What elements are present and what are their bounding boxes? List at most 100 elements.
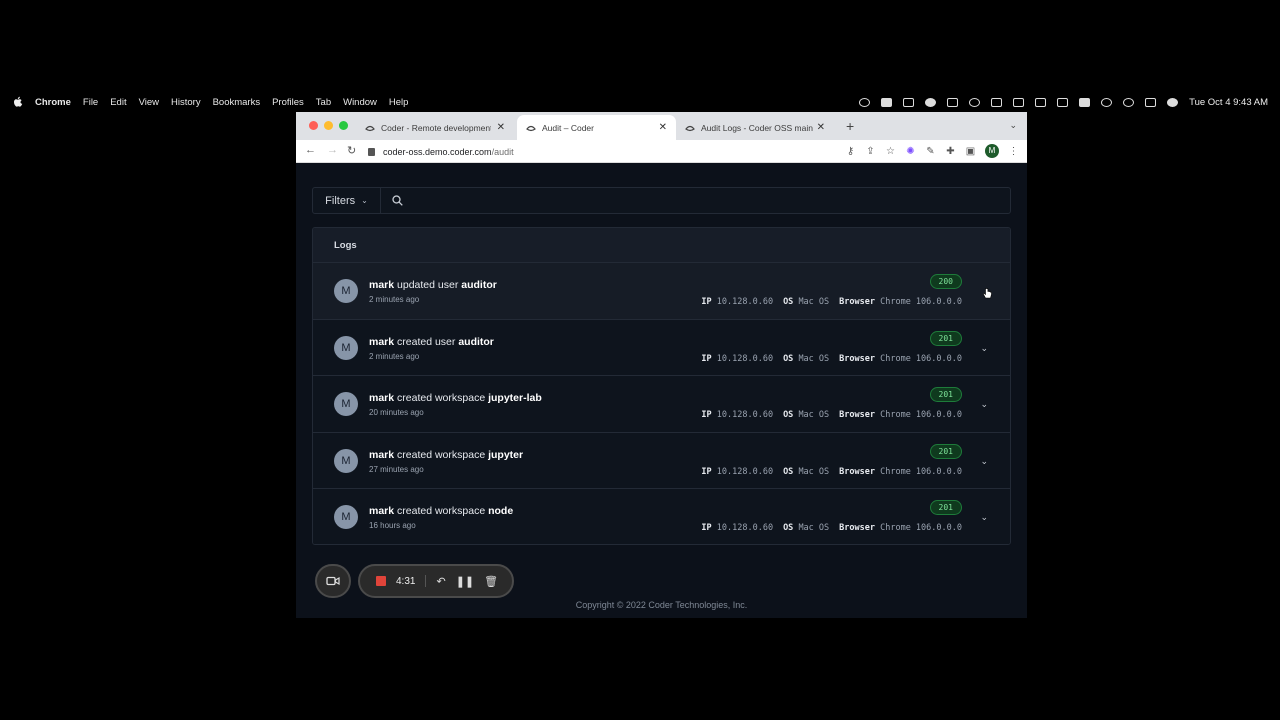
- chevron-down-icon[interactable]: ⌄: [980, 399, 988, 410]
- bookmark-star-icon[interactable]: ☆: [885, 146, 896, 157]
- log-time: 20 minutes ago: [369, 408, 424, 418]
- spotlight-search-icon[interactable]: [1123, 97, 1135, 107]
- log-time: 27 minutes ago: [369, 464, 424, 474]
- drive-icon[interactable]: [903, 97, 915, 107]
- display-icon[interactable]: [991, 97, 1003, 107]
- log-target: node: [488, 505, 514, 518]
- log-user: mark: [369, 279, 395, 291]
- audit-log-row[interactable]: M mark created workspace jupyter-lab 20 …: [313, 375, 1010, 432]
- tab-coder-remote-development[interactable]: Coder - Remote development ✕: [356, 115, 514, 140]
- browser-toolbar: ← → ↻ coder-oss.demo.coder.com/audit ⚷ ⇪…: [296, 140, 1027, 163]
- close-window-button[interactable]: [309, 121, 318, 130]
- back-arrow-icon[interactable]: ←: [305, 144, 316, 156]
- os-label: OS: [783, 410, 794, 421]
- log-target: auditor: [458, 335, 494, 348]
- new-tab-icon[interactable]: +: [846, 118, 854, 134]
- chrome-icon[interactable]: [925, 97, 937, 107]
- ip-value: 10.128.0.60: [716, 353, 774, 364]
- log-action: created workspace: [394, 505, 489, 518]
- log-user: mark: [369, 505, 395, 518]
- log-user: mark: [369, 392, 395, 405]
- browser-label: Browser: [839, 523, 875, 534]
- tab-label: Audit – Coder: [542, 122, 594, 133]
- camera-toggle-button[interactable]: [315, 564, 351, 598]
- user-avatar: M: [334, 279, 358, 303]
- tab-audit-logs[interactable]: Audit Logs - Coder OSS main ✕: [676, 115, 834, 140]
- os-value: Mac OS: [798, 353, 830, 364]
- menu-edit[interactable]: Edit: [110, 97, 126, 108]
- battery-icon[interactable]: [1079, 97, 1091, 107]
- log-time: 2 minutes ago: [369, 295, 420, 304]
- menu-window[interactable]: Window: [343, 97, 377, 108]
- ip-value: 10.128.0.60: [716, 297, 774, 307]
- menu-help[interactable]: Help: [389, 97, 409, 108]
- undo-icon[interactable]: ↶: [436, 575, 445, 588]
- address-bar[interactable]: coder-oss.demo.coder.com/audit: [368, 143, 858, 160]
- menu-history[interactable]: History: [171, 97, 201, 108]
- bluetooth-icon[interactable]: [1057, 97, 1069, 107]
- log-metadata: IP 10.128.0.60 OS Mac OS Browser Chrome 10…: [701, 410, 962, 420]
- reload-icon[interactable]: ↻: [347, 144, 356, 157]
- wifi-icon[interactable]: [1101, 97, 1113, 107]
- menu-profiles[interactable]: Profiles: [272, 97, 304, 108]
- box-icon[interactable]: [947, 97, 959, 107]
- close-tab-icon[interactable]: ✕: [817, 122, 825, 133]
- profile-avatar[interactable]: M: [985, 144, 999, 158]
- logs-heading: Logs: [313, 228, 1010, 262]
- audit-log-row[interactable]: M mark created workspace node 16 hours a…: [313, 488, 1010, 544]
- status-badge: 201: [929, 500, 962, 516]
- menu-file[interactable]: File: [83, 97, 98, 108]
- ip-label: IP: [701, 297, 712, 307]
- filters-button[interactable]: Filters ⌄: [313, 188, 381, 213]
- forward-arrow-icon[interactable]: →: [327, 144, 338, 156]
- zoom-window-button[interactable]: [339, 121, 348, 130]
- control-center-icon[interactable]: [1145, 97, 1157, 107]
- close-tab-icon[interactable]: ✕: [497, 122, 505, 133]
- share-icon[interactable]: ⇪: [865, 146, 876, 157]
- log-description: mark created user auditor: [369, 336, 494, 348]
- record-icon[interactable]: [969, 97, 981, 107]
- browser-label: Browser: [839, 353, 875, 364]
- audit-page: Filters ⌄ Logs M mark updated user audit…: [296, 163, 1027, 618]
- menu-tab[interactable]: Tab: [316, 97, 331, 108]
- microphone-icon[interactable]: [859, 97, 871, 107]
- screen-record-icon[interactable]: [881, 97, 893, 107]
- log-target: jupyter-lab: [488, 392, 542, 405]
- volume-icon[interactable]: [1013, 97, 1025, 107]
- puzzle-extensions-icon[interactable]: ✚: [945, 146, 956, 157]
- log-time: 2 minutes ago: [369, 351, 420, 361]
- audit-log-row[interactable]: M mark created workspace jupyter 27 minu…: [313, 431, 1010, 489]
- close-tab-icon[interactable]: ✕: [659, 122, 667, 133]
- lock-icon[interactable]: [368, 147, 375, 156]
- trash-icon[interactable]: 🗑: [484, 575, 498, 588]
- chevron-down-icon[interactable]: ⌄: [980, 343, 988, 354]
- menu-bookmarks[interactable]: Bookmarks: [213, 97, 261, 108]
- minimize-window-button[interactable]: [324, 121, 333, 130]
- menu-app-name[interactable]: Chrome: [35, 97, 71, 108]
- chevron-down-icon[interactable]: ⌄: [980, 456, 988, 467]
- stop-recording-button[interactable]: [376, 576, 386, 586]
- kebab-menu-icon[interactable]: ⋮: [1008, 146, 1019, 157]
- keyboard-icon[interactable]: [1035, 97, 1047, 107]
- log-metadata: IP 10.128.0.60 OS Mac OS Browser Chrome 10…: [701, 297, 962, 307]
- audit-log-row[interactable]: M mark updated user auditor 2 minutes ag…: [313, 262, 1010, 319]
- pause-icon[interactable]: ❚❚: [456, 575, 474, 588]
- tab-search-chevron-icon[interactable]: ⌄: [1009, 120, 1017, 131]
- apple-icon[interactable]: [13, 96, 23, 108]
- status-badge: 201: [929, 387, 962, 403]
- pen-extension-icon[interactable]: ✎: [925, 146, 936, 157]
- extension-purple-icon[interactable]: ✺: [905, 146, 916, 157]
- siri-icon[interactable]: [1167, 97, 1179, 107]
- chevron-down-icon[interactable]: ⌄: [980, 512, 988, 523]
- menu-view[interactable]: View: [139, 97, 159, 108]
- search-input[interactable]: [411, 188, 1010, 213]
- audit-log-row[interactable]: M mark created user auditor 2 minutes ag…: [313, 318, 1010, 376]
- log-action: updated user: [394, 279, 462, 291]
- log-action: created workspace: [394, 392, 489, 405]
- key-icon[interactable]: ⚷: [845, 146, 856, 157]
- ip-value: 10.128.0.60: [716, 466, 774, 477]
- side-panel-icon[interactable]: ▣: [965, 146, 976, 157]
- tab-audit-coder[interactable]: Audit – Coder ✕: [517, 115, 676, 140]
- video-camera-icon: [326, 576, 340, 586]
- menubar-clock[interactable]: Tue Oct 4 9:43 AM: [1189, 97, 1268, 108]
